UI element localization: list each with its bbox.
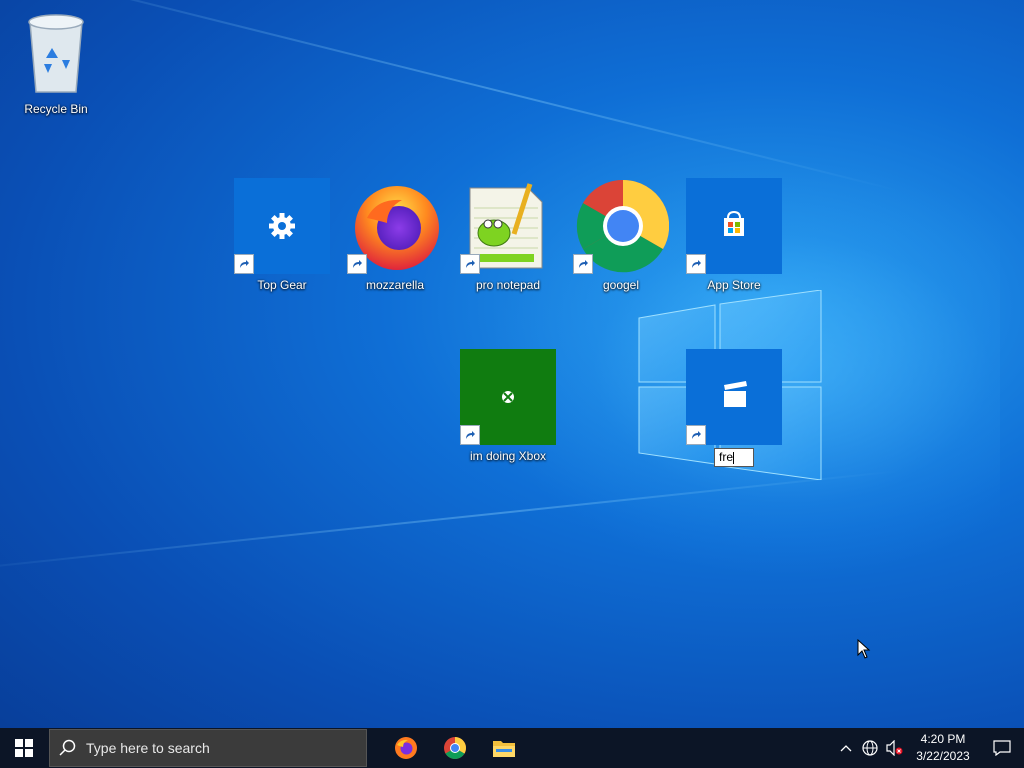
shortcut-arrow-icon xyxy=(460,425,480,445)
shortcut-arrow-icon xyxy=(460,254,480,274)
firefox-icon xyxy=(394,737,417,759)
shortcut-arrow-icon xyxy=(234,254,254,274)
taskbar: Type here to search 4:20 PM 3/22/2023 xyxy=(0,728,1024,768)
chevron-up-icon[interactable] xyxy=(834,728,858,768)
search-placeholder: Type here to search xyxy=(86,740,210,756)
taskbar-pinned-apps xyxy=(381,728,528,768)
mouse-pointer-icon xyxy=(857,638,871,659)
desktop-icon-label: App Store xyxy=(707,278,761,292)
shortcut-arrow-icon xyxy=(686,425,706,445)
desktop-icon-mozzarella[interactable]: mozzarella xyxy=(345,178,445,292)
taskbar-clock[interactable]: 4:20 PM 3/22/2023 xyxy=(906,731,980,765)
firefox-icon xyxy=(347,178,443,274)
desktop-icon-googel[interactable]: googel xyxy=(571,178,671,292)
shortcut-arrow-icon xyxy=(347,254,367,274)
taskbar-chrome-button[interactable] xyxy=(430,728,479,768)
desktop-icon-label: Recycle Bin xyxy=(24,102,88,116)
windows-start-icon xyxy=(15,739,33,757)
file-explorer-icon xyxy=(492,741,515,757)
desktop[interactable]: Recycle Bin Top Gear mozzarella pro note… xyxy=(0,0,1024,728)
taskbar-search-box[interactable]: Type here to search xyxy=(49,729,367,767)
desktop-icon-label: pro notepad xyxy=(475,278,541,292)
clock-time: 4:20 PM xyxy=(920,732,966,746)
action-center-button[interactable] xyxy=(980,728,1024,768)
text-caret xyxy=(733,451,735,464)
system-tray: 4:20 PM 3/22/2023 xyxy=(834,728,1024,768)
desktop-icon-app-store[interactable]: App Store xyxy=(684,178,784,292)
clock-date: 3/22/2023 xyxy=(916,749,970,763)
chrome-icon xyxy=(573,178,670,274)
microsoft-store-icon xyxy=(686,178,782,274)
rename-input[interactable]: fre xyxy=(714,448,754,467)
start-button[interactable] xyxy=(0,728,48,768)
desktop-icon-label: mozzarella xyxy=(365,278,425,292)
desktop-icon-label: googel xyxy=(602,278,640,292)
notepad-plus-plus-icon xyxy=(460,178,556,274)
desktop-icon-label: Top Gear xyxy=(257,278,307,292)
xbox-icon xyxy=(460,349,556,445)
settings-gear-icon xyxy=(234,178,330,274)
taskbar-file-explorer-button[interactable] xyxy=(479,728,528,768)
rename-input-text: fre xyxy=(719,450,734,464)
desktop-icon-renaming[interactable]: fre xyxy=(684,349,784,467)
desktop-icon-xbox[interactable]: im doing Xbox xyxy=(458,349,558,463)
notification-icon xyxy=(993,740,1011,756)
movies-tv-icon xyxy=(686,349,782,445)
speaker-muted-icon[interactable] xyxy=(882,728,906,768)
desktop-icon-recycle-bin[interactable]: Recycle Bin xyxy=(6,8,106,116)
desktop-icon-label: im doing Xbox xyxy=(469,449,547,463)
recycle-bin-icon xyxy=(16,8,96,98)
shortcut-arrow-icon xyxy=(573,254,593,274)
taskbar-firefox-button[interactable] xyxy=(381,728,430,768)
chrome-icon xyxy=(443,737,466,759)
search-icon xyxy=(50,739,86,757)
shortcut-arrow-icon xyxy=(686,254,706,274)
desktop-icon-pro-notepad[interactable]: pro notepad xyxy=(458,178,558,292)
network-globe-icon[interactable] xyxy=(858,728,882,768)
desktop-icon-top-gear[interactable]: Top Gear xyxy=(232,178,332,292)
